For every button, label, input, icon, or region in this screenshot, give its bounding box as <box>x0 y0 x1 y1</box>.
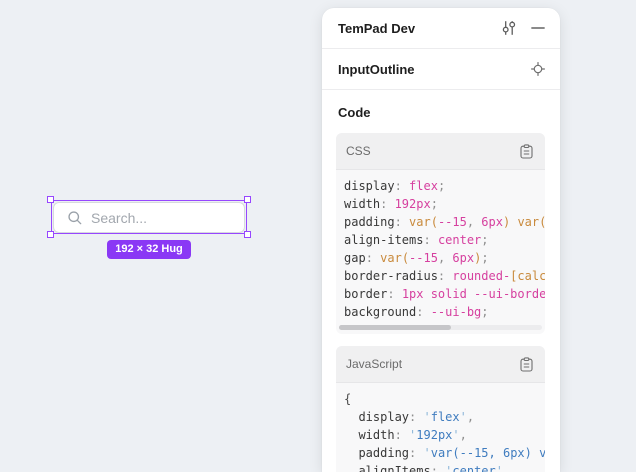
css-block-label: CSS <box>346 144 518 158</box>
size-badge: 192 × 32 Hug <box>107 240 191 259</box>
magnifier-icon <box>67 210 83 226</box>
code-line: padding: 'var(--15, 6px) var <box>344 444 545 462</box>
javascript-code[interactable]: { display: 'flex', width: '192px', paddi… <box>336 383 545 472</box>
javascript-code-block: JavaScript { display: 'flex', width: '19… <box>336 346 545 472</box>
search-placeholder: Search... <box>91 210 147 226</box>
minimize-icon[interactable] <box>530 20 546 36</box>
selection-handle-bottom-right[interactable] <box>244 231 251 238</box>
css-code-block: CSS display: flex;width: 192px;padding: … <box>336 133 545 334</box>
selected-component[interactable]: Search... 192 × 32 Hug <box>51 200 247 234</box>
code-line: padding: var(--15, 6px) var(-- <box>344 213 545 231</box>
horizontal-scrollbar-thumb[interactable] <box>339 325 451 330</box>
code-line: background: --ui-bg; <box>344 303 545 321</box>
horizontal-scrollbar <box>339 325 542 330</box>
copy-clipboard-icon[interactable] <box>518 356 534 372</box>
code-line: border: 1px solid --ui-border-s <box>344 285 545 303</box>
javascript-block-label: JavaScript <box>346 357 518 371</box>
code-line: display: 'flex', <box>344 408 545 426</box>
sliders-icon[interactable] <box>501 20 517 36</box>
css-block-header: CSS <box>336 133 545 170</box>
code-line: alignItems: 'center', <box>344 462 545 472</box>
css-code[interactable]: display: flex;width: 192px;padding: var(… <box>336 170 545 321</box>
selection-handle-bottom-left[interactable] <box>47 231 54 238</box>
tempad-dev-panel: TemPad Dev InputOutline <box>322 8 560 472</box>
selection-handle-top-left[interactable] <box>47 196 54 203</box>
code-line: { <box>344 390 545 408</box>
code-line: width: 192px; <box>344 195 545 213</box>
panel-header: TemPad Dev <box>322 8 560 49</box>
code-section-label: Code <box>338 105 544 120</box>
component-name: InputOutline <box>338 62 530 77</box>
panel-title: TemPad Dev <box>338 21 501 36</box>
code-line: border-radius: rounded-[calc(va <box>344 267 545 285</box>
javascript-block-header: JavaScript <box>336 346 545 383</box>
code-line: gap: var(--15, 6px); <box>344 249 545 267</box>
crosshair-locate-icon[interactable] <box>530 61 546 77</box>
code-line: display: flex; <box>344 177 545 195</box>
search-input-element[interactable]: Search... <box>53 202 245 233</box>
copy-clipboard-icon[interactable] <box>518 143 534 159</box>
selection-handle-top-right[interactable] <box>244 196 251 203</box>
code-line: align-items: center; <box>344 231 545 249</box>
code-line: width: '192px', <box>344 426 545 444</box>
component-row: InputOutline <box>322 49 560 90</box>
